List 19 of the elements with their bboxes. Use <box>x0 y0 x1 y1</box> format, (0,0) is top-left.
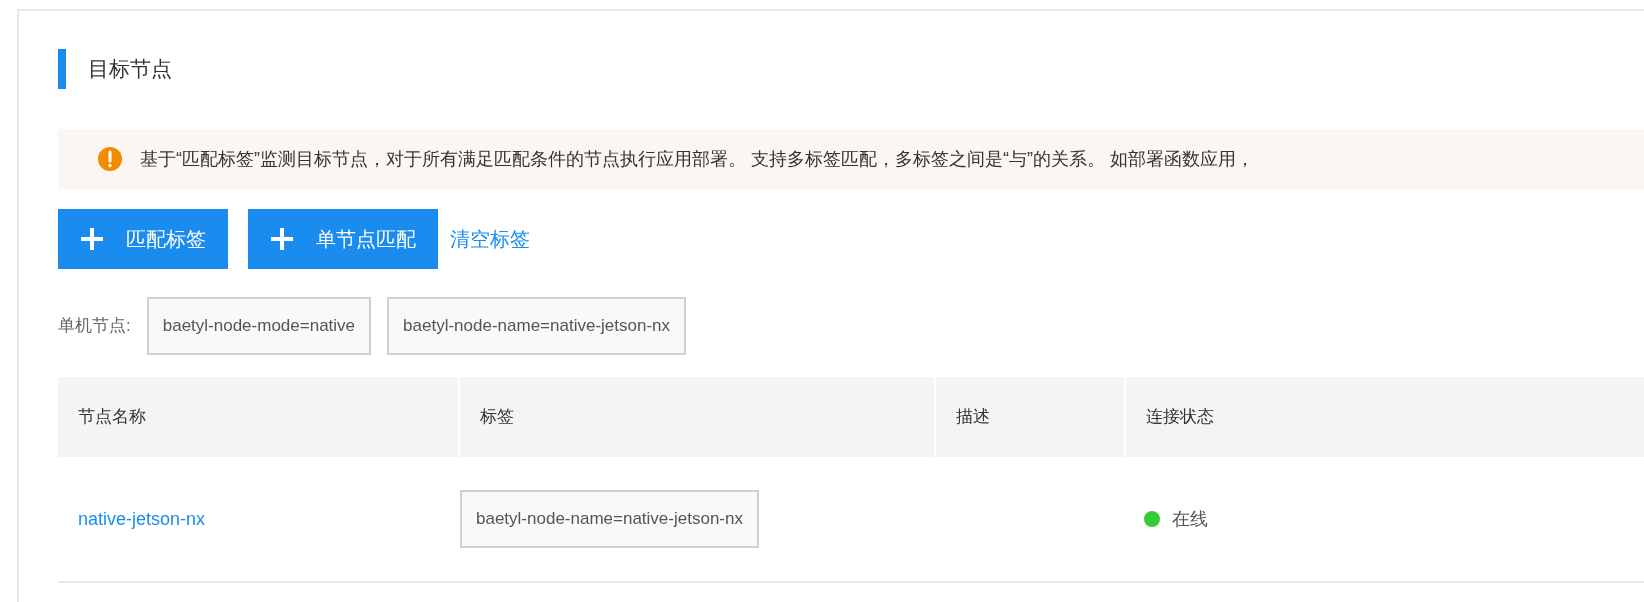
notice-text: 基于“匹配标签”监测目标节点，对于所有满足匹配条件的节点执行应用部署。 支持多标签匹配，多标签之间是“与”的关系。 如部署函数应用， <box>140 147 1254 171</box>
add-button[interactable]: 单节点匹配 <box>248 209 438 269</box>
tags-label: 单机节点: <box>58 315 131 338</box>
section-title: 目标节点 <box>88 56 172 83</box>
plus-icon <box>270 227 294 251</box>
column-header: 连接状态 <box>1146 406 1214 429</box>
tag-chip: baetyl-node-mode=native <box>146 297 372 355</box>
column-header: 描述 <box>956 406 990 429</box>
plus-icon <box>80 227 104 251</box>
title-accent <box>58 49 66 89</box>
column-header: 标签 <box>480 406 514 429</box>
clear-tags-link[interactable]: 清空标签 <box>450 224 530 254</box>
node-name-link[interactable]: native-jetson-nx <box>78 508 206 529</box>
add-button[interactable]: 匹配标签 <box>58 209 228 269</box>
column-header: 节点名称 <box>78 406 146 429</box>
tag-chip: baetyl-node-name=native-jetson-nx <box>387 297 687 355</box>
tag-chip: baetyl-node-name=native-jetson-nx <box>460 490 759 548</box>
warning-icon <box>98 147 122 171</box>
status-text: 在线 <box>1172 507 1208 531</box>
